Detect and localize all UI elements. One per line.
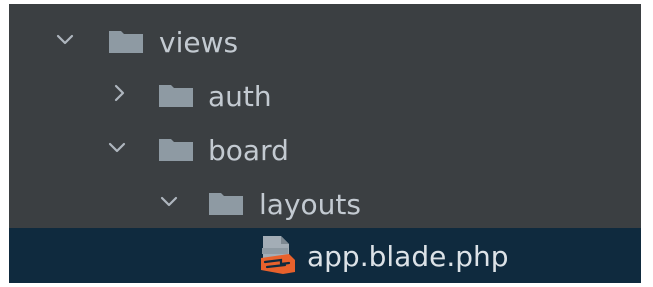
- chevron-down-icon[interactable]: [53, 27, 77, 51]
- chevron-right-icon[interactable]: [107, 81, 131, 105]
- tree-item-label: views: [159, 26, 239, 59]
- chevron-down-icon[interactable]: [157, 189, 181, 213]
- tree-item-auth[interactable]: auth: [9, 68, 641, 123]
- tree-item-views[interactable]: views: [9, 14, 641, 69]
- folder-icon: [109, 29, 143, 53]
- tree-item-app-blade-php[interactable]: app.blade.php: [9, 228, 641, 283]
- tree-item-label: board: [208, 134, 289, 167]
- chevron-down-icon[interactable]: [105, 135, 129, 159]
- tree-item-label: layouts: [259, 188, 361, 221]
- blade-file-icon: [259, 234, 297, 276]
- tree-item-label: app.blade.php: [307, 240, 509, 273]
- project-tree-panel: views auth board layouts app.blade.php: [9, 4, 641, 283]
- folder-icon: [209, 191, 243, 215]
- tree-item-layouts[interactable]: layouts: [9, 176, 641, 231]
- tree-item-board[interactable]: board: [9, 122, 641, 177]
- tree-item-label: auth: [208, 80, 272, 113]
- folder-icon: [159, 137, 193, 161]
- folder-icon: [159, 83, 193, 107]
